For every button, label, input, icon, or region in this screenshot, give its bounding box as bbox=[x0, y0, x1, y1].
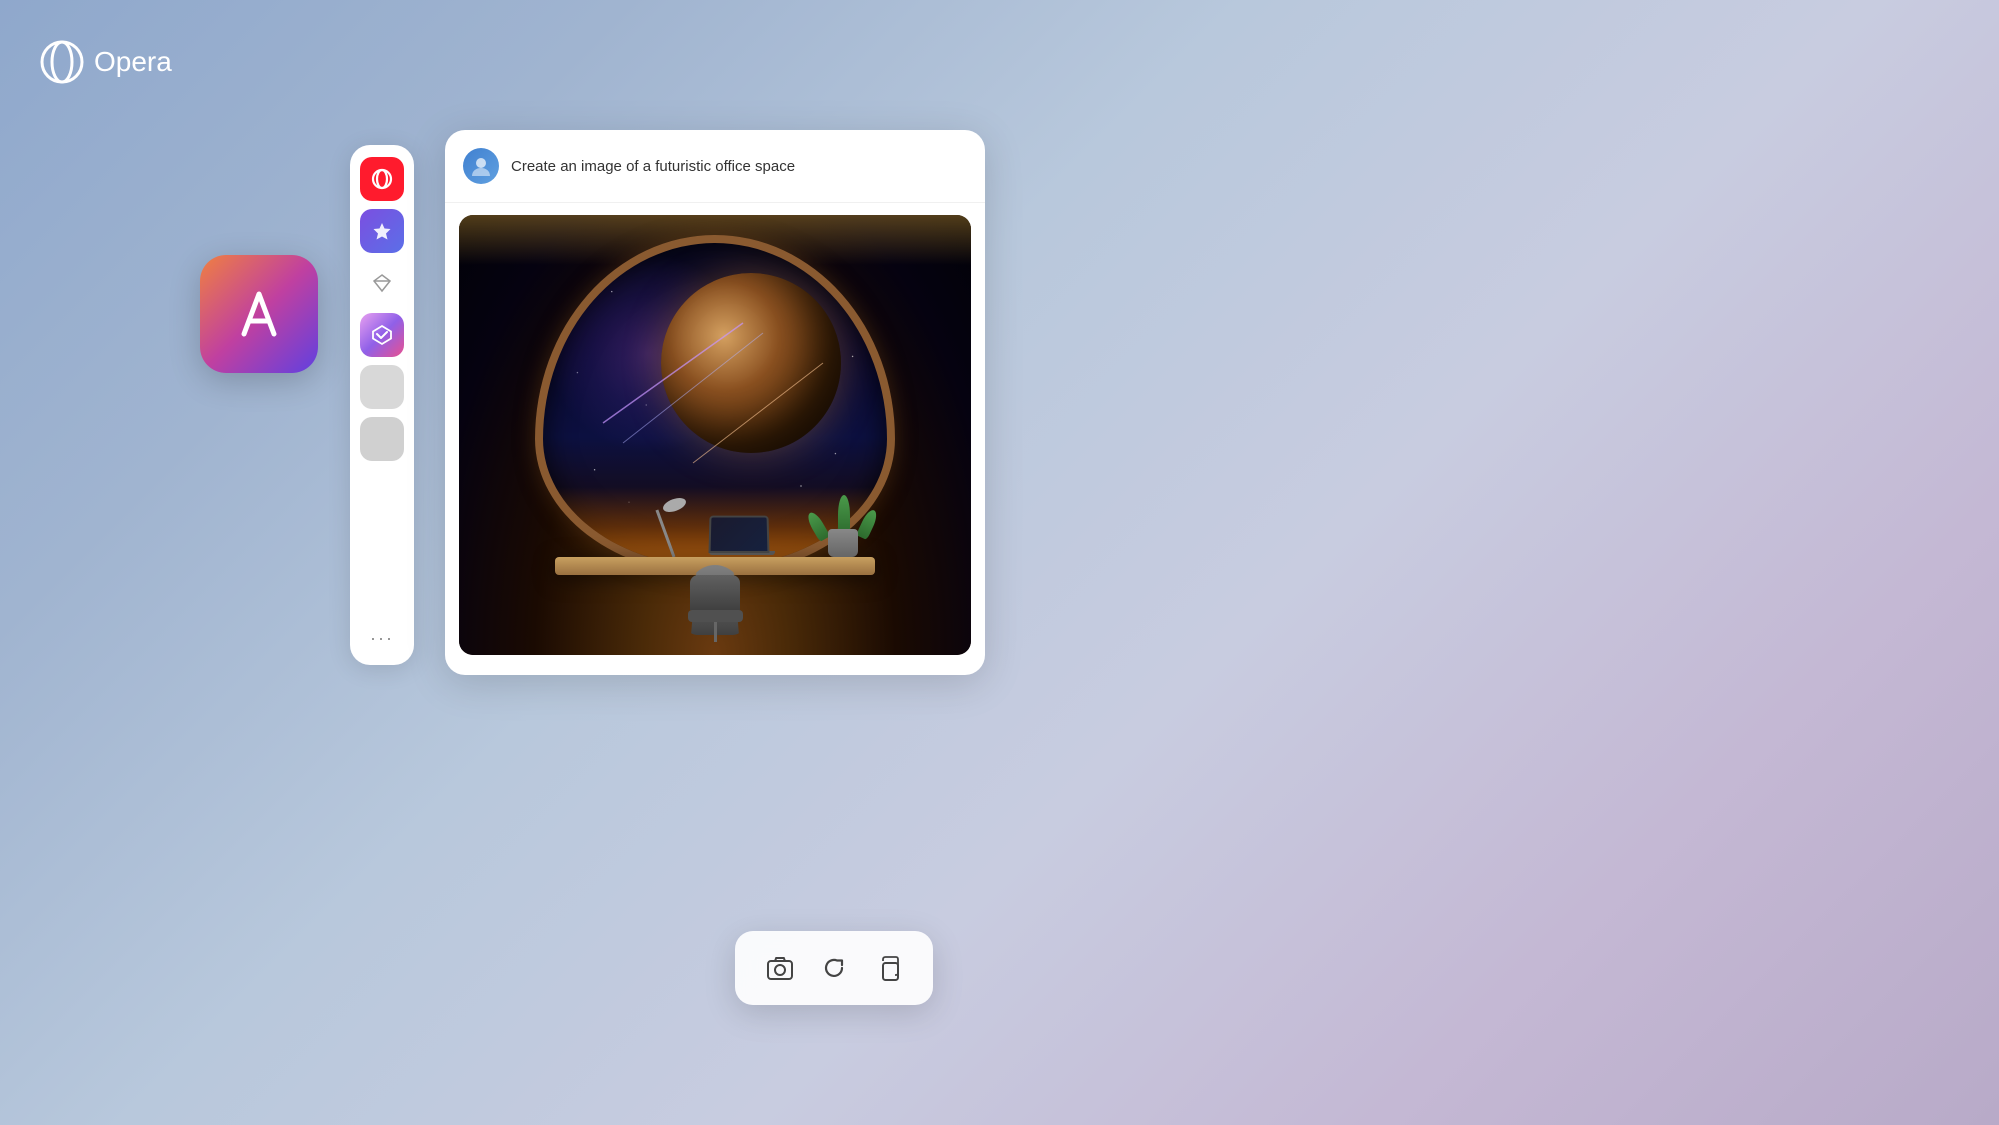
chair-base bbox=[714, 622, 717, 642]
bottom-copy-button[interactable] bbox=[865, 945, 911, 991]
laptop bbox=[709, 515, 769, 557]
bottom-copy-icon bbox=[874, 954, 902, 982]
leaf-1 bbox=[804, 510, 829, 542]
laptop-screen bbox=[708, 516, 769, 553]
sidebar-item-app[interactable] bbox=[360, 313, 404, 357]
bottom-refresh-button[interactable] bbox=[811, 945, 857, 991]
office-chair bbox=[690, 575, 740, 635]
plant-pot bbox=[828, 529, 858, 557]
scene bbox=[459, 215, 971, 655]
futuristic-image bbox=[459, 215, 971, 655]
prompt-text: Create an image of a futuristic office s… bbox=[511, 156, 795, 177]
sidebar: ··· bbox=[350, 145, 414, 665]
leaf-3 bbox=[856, 508, 880, 540]
bottom-camera-icon bbox=[766, 954, 794, 982]
desk-lamp bbox=[673, 507, 676, 557]
plant-leaves bbox=[819, 475, 869, 535]
planet bbox=[661, 273, 841, 453]
opera-icon bbox=[40, 40, 84, 84]
bottom-toolbar bbox=[735, 931, 933, 1005]
sidebar-item-placeholder-1[interactable] bbox=[360, 365, 404, 409]
sidebar-item-aria[interactable] bbox=[360, 209, 404, 253]
opera-logo: Opera bbox=[40, 40, 172, 84]
desk-area bbox=[459, 475, 971, 655]
floating-app-logo bbox=[224, 279, 294, 349]
chat-panel: Create an image of a futuristic office s… bbox=[445, 130, 985, 675]
chair-seat bbox=[688, 610, 743, 622]
message-row: Create an image of a futuristic office s… bbox=[445, 130, 985, 203]
bottom-screenshot-button[interactable] bbox=[757, 945, 803, 991]
lamp-head bbox=[661, 495, 688, 514]
user-avatar bbox=[463, 148, 499, 184]
avatar-icon bbox=[469, 154, 493, 178]
sidebar-item-diamond[interactable] bbox=[360, 261, 404, 305]
sidebar-item-placeholder-2[interactable] bbox=[360, 417, 404, 461]
lamp-arm bbox=[656, 510, 676, 558]
floating-app-icon bbox=[200, 255, 318, 373]
generated-image-container bbox=[459, 215, 971, 655]
sidebar-more-button[interactable]: ··· bbox=[360, 623, 404, 653]
opera-sidebar-icon bbox=[371, 168, 393, 190]
opera-logo-text: Opera bbox=[94, 46, 172, 78]
app-store-icon bbox=[369, 322, 395, 348]
sidebar-item-opera[interactable] bbox=[360, 157, 404, 201]
diamond-icon bbox=[371, 272, 393, 294]
chair-back bbox=[690, 575, 740, 610]
aria-icon bbox=[371, 220, 393, 242]
bottom-refresh-icon bbox=[820, 954, 848, 982]
